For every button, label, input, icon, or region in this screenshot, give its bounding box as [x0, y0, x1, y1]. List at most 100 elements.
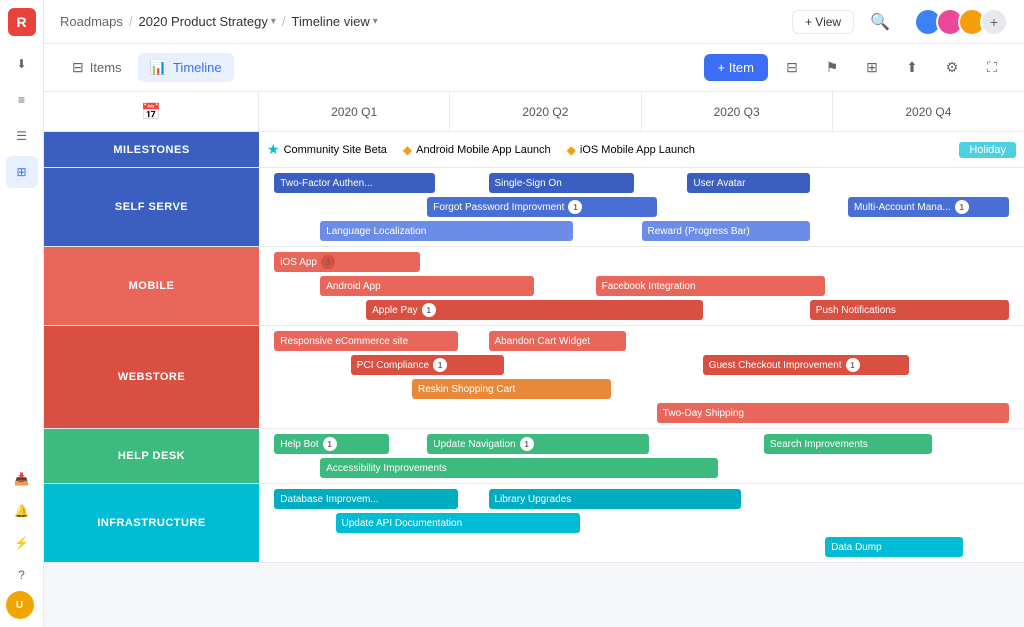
app-logo[interactable]: R [8, 8, 36, 36]
gantt-row: iOS App3 [259, 251, 1024, 273]
milestone-community-text: Community Site Beta [284, 144, 387, 156]
diamond-icon-1: ◆ [403, 143, 412, 157]
gantt-row: Responsive eCommerce site Abandon Cart W… [259, 330, 1024, 352]
bar-two-factor[interactable]: Two-Factor Authen... [274, 173, 435, 193]
gantt-row: Two-Factor Authen... Single-Sign On User… [259, 172, 1024, 194]
help-desk-bars: Help Bot1 Update Navigation1 Search Impr… [259, 429, 1024, 483]
bar-update-navigation[interactable]: Update Navigation1 [427, 434, 649, 454]
diamond-icon-2: ◆ [567, 143, 576, 157]
webstore-bars: Responsive eCommerce site Abandon Cart W… [259, 326, 1024, 428]
bar-update-api[interactable]: Update API Documentation [336, 513, 581, 533]
gantt-row: Database Improvem... Library Upgrades [259, 488, 1024, 510]
bar-pci-compliance[interactable]: PCI Compliance1 [351, 355, 504, 375]
gantt-row: PCI Compliance1 Guest Checkout Improveme… [259, 354, 1024, 376]
section-infrastructure: INFRASTRUCTURE Database Improvem... Libr… [44, 484, 1024, 563]
avatar-add[interactable]: + [980, 8, 1008, 36]
milestone-android-text: Android Mobile App Launch [416, 144, 551, 156]
tab-timeline[interactable]: 📊 Timeline [138, 53, 234, 82]
sidebar: R ⬇ ≡ ☰ ⊞ 📥 🔔 ⚡ ? U [0, 0, 44, 627]
sidebar-icon-layers[interactable]: ⊞ [6, 156, 38, 188]
bar-guest-checkout[interactable]: Guest Checkout Improvement1 [703, 355, 910, 375]
bar-forgot-password[interactable]: Forgot Password Improvment1 [427, 197, 657, 217]
timeline-inner: 📅 2020 Q1 2020 Q2 2020 Q3 2020 Q4 MILEST… [44, 92, 1024, 563]
flag-icon-btn[interactable]: ⚑ [816, 52, 848, 84]
infrastructure-bars: Database Improvem... Library Upgrades Up… [259, 484, 1024, 562]
gantt-row: Android App Facebook Integration [259, 275, 1024, 297]
tab-items[interactable]: ⊟ Items [60, 53, 134, 82]
sidebar-icon-filter[interactable]: ≡ [6, 84, 38, 116]
bar-abandon-cart[interactable]: Abandon Cart Widget [489, 331, 627, 351]
chevron-down-icon-2: ▾ [373, 16, 378, 27]
breadcrumb-view[interactable]: Timeline view ▾ [292, 14, 378, 29]
quarter-q4: 2020 Q4 [833, 92, 1024, 131]
bar-multi-account[interactable]: Multi-Account Mana...1 [848, 197, 1009, 217]
sidebar-icon-bell[interactable]: 🔔 [6, 495, 38, 527]
bar-ios-app[interactable]: iOS App3 [274, 252, 419, 272]
quarter-q2: 2020 Q2 [450, 92, 641, 131]
milestones-label: MILESTONES [44, 132, 259, 167]
bar-user-avatar[interactable]: User Avatar [687, 173, 809, 193]
sidebar-icon-bolt[interactable]: ⚡ [6, 527, 38, 559]
quarter-headers: 📅 2020 Q1 2020 Q2 2020 Q3 2020 Q4 [44, 92, 1024, 132]
bar-responsive-ecommerce[interactable]: Responsive eCommerce site [274, 331, 458, 351]
bar-language-localization[interactable]: Language Localization [320, 221, 572, 241]
bar-single-sign-on[interactable]: Single-Sign On [489, 173, 634, 193]
milestone-holiday: Holiday [959, 142, 1016, 158]
sidebar-icon-download[interactable]: ⬇ [6, 48, 38, 80]
webstore-label: WEBSTORE [44, 326, 259, 428]
section-self-serve: SELF SERVE Two-Factor Authen... Single-S… [44, 168, 1024, 247]
gantt-row: Data Dump [259, 536, 1024, 558]
mobile-bars: iOS App3 Android App Facebook Integratio… [259, 247, 1024, 325]
self-serve-label: SELF SERVE [44, 168, 259, 246]
milestone-ios-text: iOS Mobile App Launch [580, 144, 695, 156]
bar-push-notifications[interactable]: Push Notifications [810, 300, 1009, 320]
breadcrumb: Roadmaps / 2020 Product Strategy ▾ / Tim… [60, 14, 378, 29]
items-icon: ⊟ [72, 59, 84, 76]
help-desk-label: HELP DESK [44, 429, 259, 483]
bar-apple-pay[interactable]: Apple Pay1 [366, 300, 703, 320]
user-avatars: + [914, 8, 1008, 36]
toolbar: ⊟ Items 📊 Timeline + Item ⊟ ⚑ ⊞ ⬆ ⚙ ⛶ [44, 44, 1024, 92]
user-avatar[interactable]: U [6, 591, 34, 619]
infrastructure-label: INFRASTRUCTURE [44, 484, 259, 562]
mobile-label: MOBILE [44, 247, 259, 325]
bar-library-upgrades[interactable]: Library Upgrades [489, 489, 741, 509]
settings-icon-btn[interactable]: ⚙ [936, 52, 968, 84]
filter-icon-btn[interactable]: ⊟ [776, 52, 808, 84]
bar-database[interactable]: Database Improvem... [274, 489, 458, 509]
expand-icon-btn[interactable]: ⛶ [976, 52, 1008, 84]
bar-facebook-integration[interactable]: Facebook Integration [596, 276, 826, 296]
grid-icon-btn[interactable]: ⊞ [856, 52, 888, 84]
sidebar-bottom: 📥 🔔 ⚡ ? U [6, 463, 38, 619]
gantt-row: Two-Day Shipping [259, 402, 1024, 424]
bar-reskin-shopping[interactable]: Reskin Shopping Cart [412, 379, 611, 399]
add-view-button[interactable]: + View [792, 10, 854, 34]
sidebar-icon-help[interactable]: ? [6, 559, 38, 591]
milestones-row: MILESTONES ★ Community Site Beta ◆ Andro… [44, 132, 1024, 168]
quarter-q1: 2020 Q1 [259, 92, 450, 131]
bar-android-app[interactable]: Android App [320, 276, 534, 296]
bar-search-improvements[interactable]: Search Improvements [764, 434, 932, 454]
search-icon[interactable]: 🔍 [870, 12, 890, 32]
main-content: Roadmaps / 2020 Product Strategy ▾ / Tim… [44, 0, 1024, 627]
bar-help-bot[interactable]: Help Bot1 [274, 434, 389, 454]
timeline-icon: 📊 [150, 59, 167, 76]
topbar: Roadmaps / 2020 Product Strategy ▾ / Tim… [44, 0, 1024, 44]
add-item-button[interactable]: + Item [704, 54, 769, 81]
bar-accessibility[interactable]: Accessibility Improvements [320, 458, 718, 478]
section-help-desk: HELP DESK Help Bot1 Update Navigation1 S… [44, 429, 1024, 484]
bar-two-day-shipping[interactable]: Two-Day Shipping [657, 403, 1009, 423]
breadcrumb-root[interactable]: Roadmaps [60, 14, 123, 29]
gantt-row: Reskin Shopping Cart [259, 378, 1024, 400]
breadcrumb-project[interactable]: 2020 Product Strategy ▾ [139, 14, 276, 29]
quarter-q3: 2020 Q3 [642, 92, 833, 131]
sidebar-icon-inbox[interactable]: 📥 [6, 463, 38, 495]
section-mobile: MOBILE iOS App3 Android App Facebook Int… [44, 247, 1024, 326]
gantt-row: Forgot Password Improvment1 Multi-Accoun… [259, 196, 1024, 218]
sidebar-icon-list[interactable]: ☰ [6, 120, 38, 152]
bar-data-dump[interactable]: Data Dump [825, 537, 963, 557]
gantt-row: Language Localization Reward (Progress B… [259, 220, 1024, 242]
breadcrumb-sep-2: / [282, 14, 286, 29]
upload-icon-btn[interactable]: ⬆ [896, 52, 928, 84]
bar-reward-progress[interactable]: Reward (Progress Bar) [642, 221, 810, 241]
